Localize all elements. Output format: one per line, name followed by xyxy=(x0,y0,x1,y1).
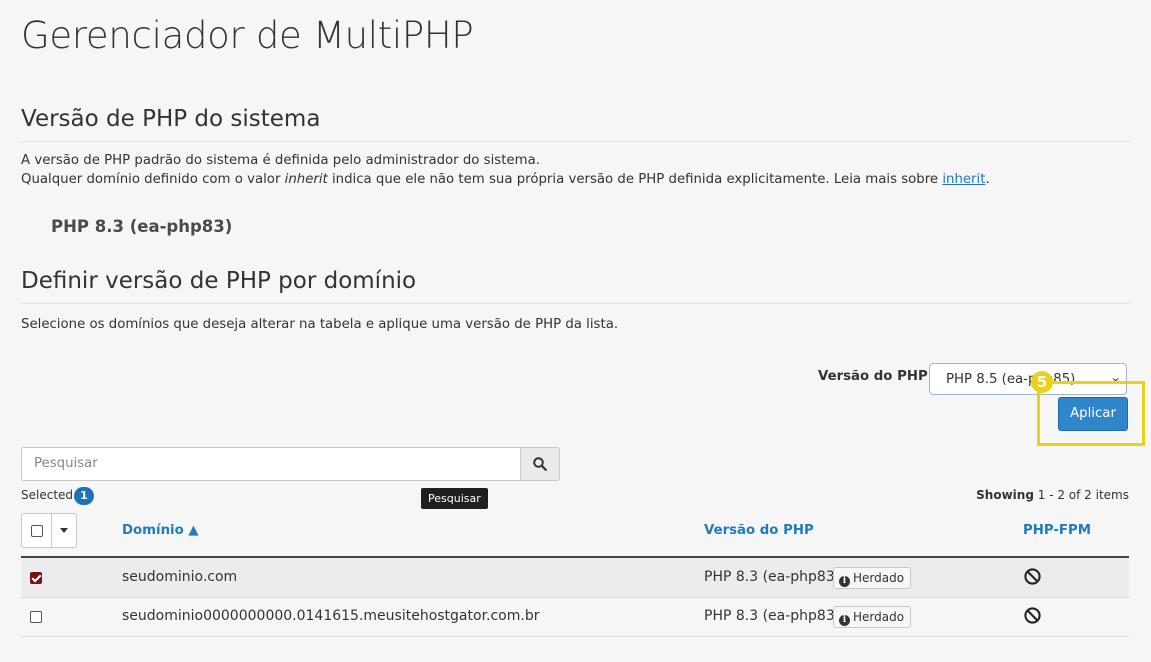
search-input[interactable]: Pesquisar xyxy=(21,447,521,481)
php-version-label: Versão do PHP xyxy=(818,369,928,384)
ban-icon xyxy=(1024,607,1041,624)
column-header-php-fpm[interactable]: PHP-FPM xyxy=(1023,523,1091,538)
row-divider xyxy=(21,636,1129,637)
row-checkbox[interactable] xyxy=(30,611,42,623)
selected-count-badge: 1 xyxy=(74,487,94,505)
step-badge: 5 xyxy=(1031,371,1053,393)
select-all-checkbox[interactable] xyxy=(31,525,43,537)
row-divider xyxy=(21,597,1129,598)
showing-info: Showing 1 - 2 of 2 items xyxy=(976,488,1129,502)
column-header-domain[interactable]: Domínio ▲ xyxy=(122,523,199,538)
row-domain: seudominio0000000000.0141615.meusitehost… xyxy=(122,608,540,624)
section-divider xyxy=(21,303,1129,304)
page-title: Gerenciador de MultiPHP xyxy=(21,14,474,57)
ban-icon xyxy=(1024,568,1041,585)
search-tooltip: Pesquisar xyxy=(421,488,488,509)
select-all-control[interactable] xyxy=(21,513,77,548)
caret-down-icon[interactable] xyxy=(60,528,68,533)
row-php-version: PHP 8.3 (ea-php83) xyxy=(704,569,841,585)
divider xyxy=(51,514,52,547)
system-php-heading: Versão de PHP do sistema xyxy=(21,106,321,132)
system-description-line2: Qualquer domínio definido com o valor in… xyxy=(21,172,990,187)
column-header-php-version[interactable]: Versão do PHP xyxy=(704,523,814,538)
row-domain: seudominio.com xyxy=(122,569,238,585)
selected-label: Selected xyxy=(21,488,74,502)
inherited-badge: i Herdado xyxy=(833,606,912,628)
domain-php-heading: Definir versão de PHP por domínio xyxy=(21,268,417,294)
inherit-link[interactable]: inherit xyxy=(942,172,985,187)
inherited-badge: i Herdado xyxy=(833,567,912,589)
system-description: A versão de PHP padrão do sistema é defi… xyxy=(21,151,990,189)
section-divider xyxy=(21,141,1129,142)
system-php-version: PHP 8.3 (ea-php83) xyxy=(51,217,233,236)
search-button[interactable] xyxy=(520,447,560,481)
info-icon: i xyxy=(839,576,850,587)
row-checkbox[interactable] xyxy=(30,572,42,584)
row-php-version: PHP 8.3 (ea-php83) xyxy=(704,608,841,624)
search-icon xyxy=(533,457,547,471)
highlight-box xyxy=(1037,381,1145,446)
domain-description: Selecione os domínios que deseja alterar… xyxy=(21,317,619,332)
info-icon: i xyxy=(839,615,850,626)
system-description-line1: A versão de PHP padrão do sistema é defi… xyxy=(21,153,540,168)
